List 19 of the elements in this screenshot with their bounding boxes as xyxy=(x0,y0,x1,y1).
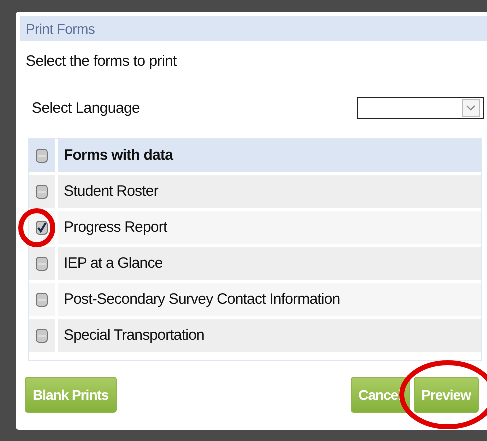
group-heading: Forms with data xyxy=(58,139,481,172)
checkbox[interactable] xyxy=(36,220,48,234)
caret-icon xyxy=(462,99,480,117)
checkbox[interactable] xyxy=(36,184,48,198)
checkbox[interactable] xyxy=(36,148,48,162)
language-select[interactable] xyxy=(357,97,484,119)
form-name: Post-Secondary Survey Contact Information xyxy=(58,283,481,316)
action-button[interactable]: Blank Prints xyxy=(25,377,117,413)
form-name: IEP at a Glance xyxy=(58,247,481,280)
form-name: Student Roster xyxy=(58,175,481,208)
action-button[interactable]: Preview xyxy=(414,377,479,413)
language-label: Select Language xyxy=(32,100,140,116)
checkbox[interactable] xyxy=(36,256,48,270)
dialog-title: Print Forms xyxy=(20,16,487,41)
checkbox[interactable] xyxy=(36,328,48,342)
form-name: Progress Report xyxy=(58,211,481,244)
form-name: Special Transportation xyxy=(58,319,481,352)
instruction-text: Select the forms to print xyxy=(26,53,178,70)
checkbox[interactable] xyxy=(36,292,48,306)
